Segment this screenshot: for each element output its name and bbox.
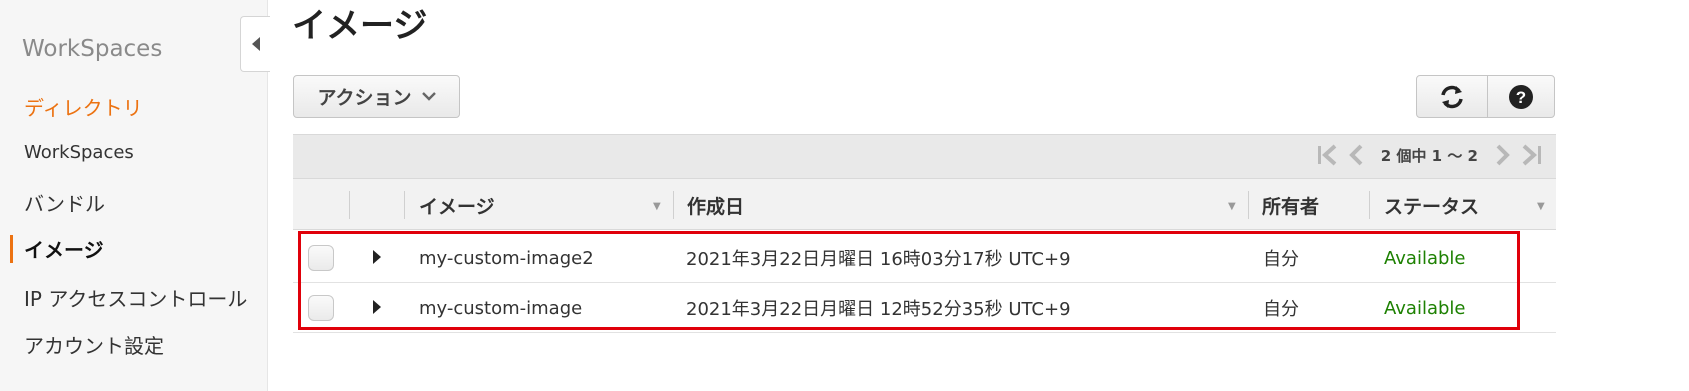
- column-divider: [1248, 191, 1249, 219]
- sidebar-item-account-settings[interactable]: アカウント設定: [24, 330, 164, 359]
- actions-dropdown-button[interactable]: アクション: [293, 75, 460, 118]
- sidebar-item-bundles[interactable]: バンドル: [24, 188, 105, 217]
- owner: 自分: [1263, 249, 1299, 270]
- image-name: my-custom-image: [419, 297, 583, 319]
- svg-text:?: ?: [1516, 88, 1526, 107]
- sidebar-title: WorkSpaces: [22, 36, 163, 62]
- column-divider: [404, 191, 405, 219]
- column-divider: [1369, 191, 1370, 219]
- row-checkbox[interactable]: [308, 245, 334, 271]
- help-button[interactable]: ?: [1487, 75, 1555, 118]
- table-row[interactable]: my-custom-image 2021年3月22日月曜日 12時52分35秒 …: [293, 283, 1556, 333]
- previous-page-icon[interactable]: [1345, 143, 1369, 167]
- first-page-icon[interactable]: [1315, 143, 1339, 167]
- sidebar-item-workspaces[interactable]: WorkSpaces: [24, 142, 134, 163]
- column-header-created[interactable]: 作成日: [687, 179, 744, 231]
- expand-row-icon[interactable]: [371, 297, 383, 317]
- sidebar-item-ip-access-controls[interactable]: IP アクセスコントロール: [24, 283, 247, 312]
- image-name: my-custom-image2: [419, 247, 594, 269]
- owner: 自分: [1263, 299, 1299, 320]
- sort-icon[interactable]: ▼: [1537, 201, 1545, 212]
- column-header-status[interactable]: ステータス: [1384, 179, 1479, 231]
- sidebar: WorkSpaces ディレクトリ WorkSpaces バンドル イメージ I…: [0, 0, 268, 391]
- sort-icon[interactable]: ▼: [1228, 201, 1236, 212]
- column-header-image[interactable]: イメージ: [419, 179, 495, 231]
- sidebar-item-directories[interactable]: ディレクトリ: [24, 92, 143, 121]
- chevron-down-icon: [421, 92, 436, 101]
- column-divider: [349, 191, 350, 219]
- sort-icon[interactable]: ▼: [653, 201, 661, 212]
- created-date: 2021年3月22日月曜日 12時52分35秒 UTC+9: [686, 299, 1071, 320]
- pagination-bar: 2 個中 1 〜 2: [293, 134, 1556, 178]
- column-header-owner[interactable]: 所有者: [1262, 179, 1319, 231]
- table-header: イメージ ▼ 作成日 ▼ 所有者 ステータス ▼: [293, 178, 1556, 230]
- last-page-icon[interactable]: [1520, 143, 1544, 167]
- chevron-left-icon: [251, 37, 260, 51]
- status-badge: Available: [1384, 297, 1466, 319]
- expand-row-icon[interactable]: [371, 247, 383, 267]
- page-title: イメージ: [292, 6, 428, 46]
- sidebar-item-images[interactable]: イメージ: [24, 234, 104, 263]
- active-indicator: [10, 235, 13, 263]
- collapse-sidebar-button[interactable]: [240, 16, 270, 72]
- status-badge: Available: [1384, 247, 1466, 269]
- pagination: 2 個中 1 〜 2: [1315, 143, 1544, 167]
- next-page-icon[interactable]: [1490, 143, 1514, 167]
- refresh-button[interactable]: [1416, 75, 1488, 118]
- help-icon: ?: [1509, 84, 1533, 109]
- pagination-text: 2 個中 1 〜 2: [1380, 146, 1478, 165]
- table-row[interactable]: my-custom-image2 2021年3月22日月曜日 16時03分17秒…: [293, 233, 1556, 283]
- refresh-icon: [1441, 85, 1463, 108]
- actions-label: アクション: [317, 87, 412, 109]
- row-checkbox[interactable]: [308, 295, 334, 321]
- column-divider: [673, 191, 674, 219]
- created-date: 2021年3月22日月曜日 16時03分17秒 UTC+9: [686, 249, 1071, 270]
